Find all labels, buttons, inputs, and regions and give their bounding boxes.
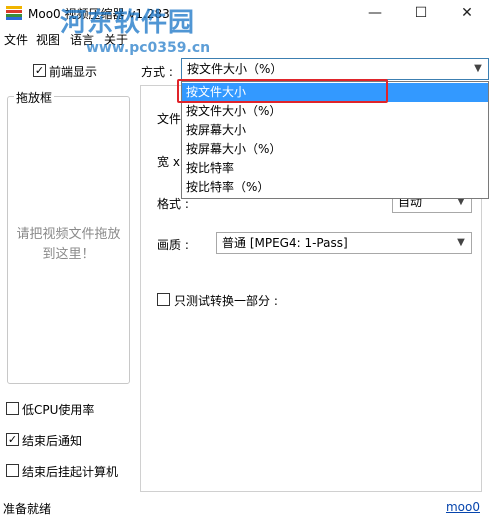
menu-file[interactable]: 文件: [4, 31, 28, 48]
method-label: 方式 :: [141, 65, 173, 79]
status-bar: 准备就绪 moo0: [0, 498, 490, 517]
low-cpu-checkbox[interactable]: [6, 402, 19, 415]
status-text: 准备就绪: [3, 502, 52, 516]
dropdown-option[interactable]: 按文件大小（%）: [182, 102, 488, 121]
quality-label: 画质 :: [157, 238, 189, 252]
chevron-down-icon: ▼: [457, 237, 465, 248]
minimize-button[interactable]: —: [352, 0, 398, 28]
sleep-checkbox[interactable]: [6, 464, 19, 477]
callout-highlight-box: [177, 79, 388, 103]
dropdown-option[interactable]: 按屏幕大小: [182, 121, 488, 140]
quality-select-value: 普通 [MPEG4: 1-Pass]: [222, 236, 348, 250]
notify-checkbox[interactable]: ✓: [6, 433, 19, 446]
test-part-label: 只测试转换一部分 :: [174, 294, 278, 308]
width-label: 宽 x: [157, 155, 180, 169]
menu-view[interactable]: 视图: [36, 31, 60, 48]
sleep-label: 结束后挂起计算机: [22, 465, 119, 479]
show-front-checkbox[interactable]: ✓: [33, 64, 46, 77]
watermark-logo: 河东软件园: [60, 8, 196, 38]
app-logo-icon: [6, 6, 22, 20]
drop-zone-title: 拖放框: [14, 89, 55, 106]
dropdown-option[interactable]: 按屏幕大小（%）: [182, 140, 488, 159]
method-select[interactable]: 按文件大小（%） ▼: [181, 58, 489, 80]
watermark-url: www.pc0359.cn: [86, 40, 211, 56]
test-part-checkbox[interactable]: [157, 293, 170, 306]
low-cpu-label: 低CPU使用率: [22, 403, 95, 417]
file-label: 文件: [157, 112, 182, 126]
drop-zone-hint: 请把视频文件拖放到这里！: [16, 227, 121, 262]
dropdown-option[interactable]: 按比特率: [182, 159, 488, 178]
quality-select[interactable]: 普通 [MPEG4: 1-Pass] ▼: [216, 232, 472, 254]
notify-label: 结束后通知: [22, 434, 83, 448]
method-select-value: 按文件大小（%）: [187, 62, 283, 76]
dropdown-option[interactable]: 按比特率（%）: [182, 178, 488, 197]
maximize-button[interactable]: ☐: [398, 0, 444, 28]
moo0-link[interactable]: moo0: [446, 500, 480, 514]
show-front-label: 前端显示: [49, 65, 98, 79]
close-button[interactable]: ✕: [444, 0, 490, 28]
chevron-down-icon: ▼: [474, 63, 482, 74]
